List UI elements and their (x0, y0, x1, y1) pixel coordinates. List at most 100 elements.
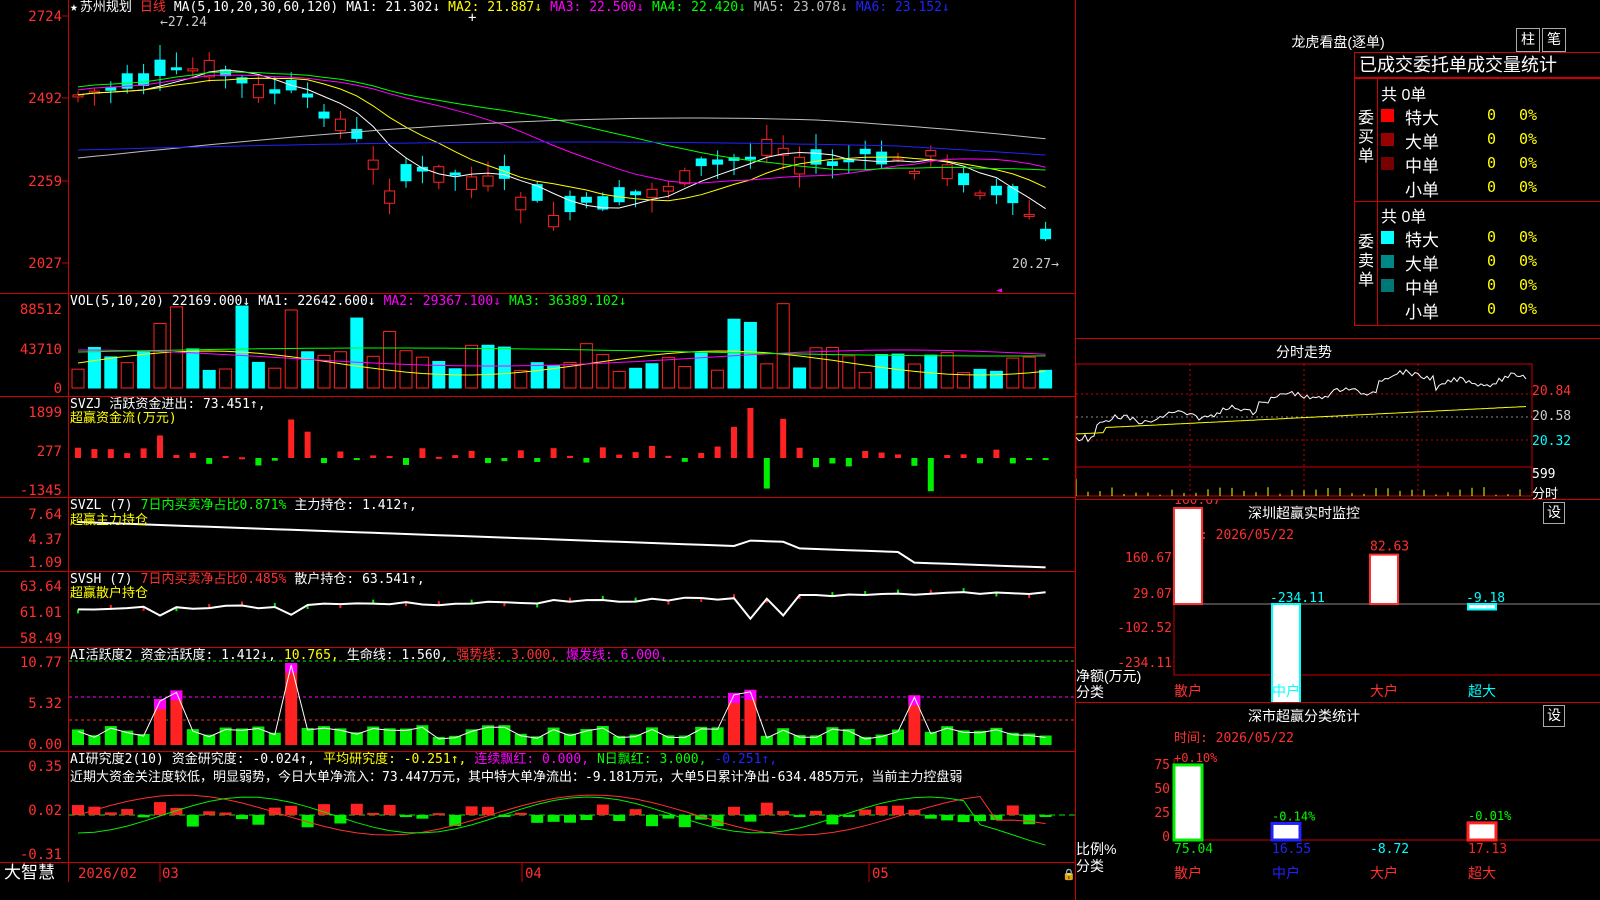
sz-realtime-xlabel: 分类 (1076, 684, 1104, 700)
order-row-3: 小单 0 0% (1381, 298, 1600, 322)
volume-bar (989, 370, 1003, 389)
ai1-a: 资金活跃度: 1.412↓, (140, 648, 276, 663)
rt-bar-0 (1173, 507, 1203, 605)
date-ticks (159, 862, 870, 882)
volume-bar (940, 352, 954, 389)
intraday-panel[interactable]: 分时走势 20.84 20.58 20.32 599 分时 (1076, 339, 1600, 501)
volume-bar (350, 317, 364, 389)
fund-flow-bar (452, 455, 459, 458)
research-bar (842, 815, 855, 817)
chart-area[interactable]: 2724 2492 2259 2027 88512 43710 0 1899 2… (0, 0, 1076, 900)
fund-flow-bar (271, 458, 278, 461)
tick-mode-button[interactable]: 笔 (1542, 28, 1566, 52)
research-bar (662, 815, 675, 819)
research-bar (482, 806, 494, 815)
volume-bar (760, 363, 774, 389)
fund-flow-bar (567, 455, 573, 458)
intraday-price-1: 20.84 (1532, 384, 1572, 399)
fund-flow-bar (370, 455, 377, 458)
candle-body (695, 158, 707, 167)
cls-cat-label: 超大 (1468, 866, 1496, 882)
lhb-panel: 龙虎看盘(逐单) 柱 笔 已成交委托单成交量统计 委买单 委卖单 共 0单 共 … (1076, 0, 1600, 339)
vol-ma2: MA2: 29367.100↓ (383, 294, 502, 309)
candle-body (466, 176, 478, 191)
candle-body (515, 196, 527, 211)
volume-bar (87, 346, 101, 389)
ma2-line (77, 77, 1046, 202)
research-bar (236, 815, 248, 820)
order-count: 0 (1487, 106, 1497, 124)
ma3-line (77, 74, 1046, 184)
candle-body (482, 175, 494, 187)
order-pct: 0% (1519, 106, 1538, 124)
fund-flow-bar (206, 458, 213, 464)
research-bar (367, 812, 380, 815)
intraday-chart[interactable] (1076, 339, 1600, 499)
bar-mode-button[interactable]: 柱 (1516, 28, 1540, 52)
volume-bar (481, 344, 495, 389)
research-bar (432, 813, 445, 816)
research-bar (121, 809, 134, 815)
order-count: 0 (1487, 300, 1497, 318)
svzj-tick-2: 277 (37, 444, 62, 460)
fund-flow-bar (140, 448, 147, 458)
ai2-header: AI研究度2(10) 资金研究度: -0.024↑, 平均研究度: -0.251↑,… (70, 752, 785, 768)
volume-bar (891, 353, 905, 389)
volume-bar (169, 306, 183, 389)
intraday-price-line (1076, 368, 1527, 443)
svzl-desc1: 7日内买卖净占比0.871% (140, 498, 287, 513)
ai1-e: 爆发线: 6.000, (565, 648, 668, 663)
volume-bar (219, 368, 233, 389)
volume-bar (399, 350, 413, 389)
fund-flow-bar (386, 456, 393, 459)
volume-bar (268, 367, 282, 389)
research-bar (531, 815, 544, 823)
fund-flow-bar (288, 419, 295, 458)
volume-bar (1006, 357, 1020, 389)
candle-body (1040, 228, 1052, 240)
ai2-label: AI研究度2(10) (70, 752, 164, 767)
activity-bar (711, 727, 724, 745)
candle-body (449, 172, 461, 176)
svsh-tick-3: 58.49 (20, 631, 62, 647)
svzl-tick-2: 4.37 (28, 532, 62, 548)
research-bar (629, 809, 642, 815)
volume-bar (301, 351, 315, 389)
intraday-vol: 599 (1532, 467, 1556, 482)
candle-body (859, 148, 871, 155)
order-pct: 0% (1519, 276, 1538, 294)
activity-bar (285, 663, 298, 745)
ai1-d: 强势线: 3.000, (456, 648, 558, 663)
order-row-1: 大单 0 0% (1381, 250, 1600, 274)
volume-bar (448, 368, 462, 389)
period-label[interactable]: 日线 (140, 0, 166, 15)
vol-value: 22169.000↓ (171, 294, 251, 309)
sz-class-chart: 75 50 25 0 +0.10% 75.04 散户 -0.14% 16.55 中户 -8.72 大户… (1154, 751, 1600, 882)
sz-class-panel: 深市超赢分类统计 设 时间: 2026/05/22 75 50 25 0 +0.10% 7… (1076, 703, 1600, 900)
order-row-1: 大单 0 0% (1381, 128, 1600, 152)
swatch (1381, 109, 1394, 122)
fund-flow-bar (124, 453, 131, 458)
candle-body (269, 89, 281, 94)
lock-icon[interactable]: 🔒 (1062, 868, 1076, 881)
volume-bar (530, 362, 544, 389)
main-position-line (77, 521, 1046, 569)
research-bar (104, 812, 117, 815)
candle-body (908, 170, 920, 174)
svsh-tick-2: 61.01 (20, 605, 62, 621)
order-pct: 0% (1519, 178, 1538, 196)
ai1-c: 生命线: 1.560, (346, 648, 449, 663)
fund-flow-bar (189, 452, 196, 458)
star-icon[interactable]: ★ (70, 0, 78, 15)
cls-value-label: 16.55 (1272, 842, 1311, 857)
research-bar (810, 810, 822, 815)
activity-bar (449, 735, 462, 745)
fund-flow-bar (75, 447, 81, 458)
fund-flow-bar (353, 458, 360, 460)
activity-peak (285, 663, 298, 673)
volume-bar (727, 318, 741, 389)
svzl-label: SVZL (7) (70, 498, 133, 513)
research-bar (596, 804, 609, 815)
volume-bar (711, 369, 725, 389)
candle-body (302, 93, 314, 98)
